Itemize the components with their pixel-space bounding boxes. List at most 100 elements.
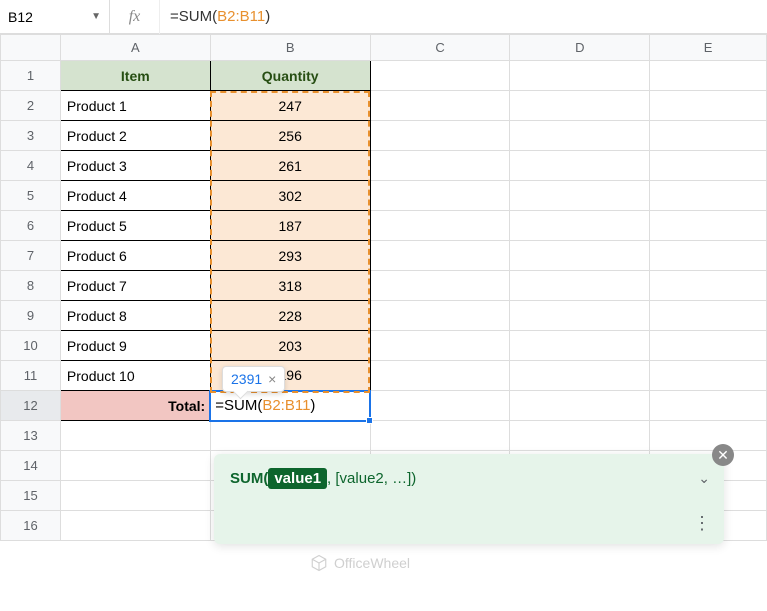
cell[interactable] bbox=[510, 211, 650, 241]
item-cell[interactable]: Product 4 bbox=[60, 181, 210, 211]
helper-menu-icon[interactable]: ⋮ bbox=[693, 513, 710, 534]
cell[interactable] bbox=[60, 481, 210, 511]
table-row: 8 Product 7 318 bbox=[1, 271, 767, 301]
cell[interactable] bbox=[650, 181, 767, 211]
cell[interactable] bbox=[370, 391, 510, 421]
corner-cell[interactable] bbox=[1, 35, 61, 61]
row-header[interactable]: 2 bbox=[1, 91, 61, 121]
item-cell[interactable]: Product 1 bbox=[60, 91, 210, 121]
helper-collapse-icon[interactable]: ⌄ bbox=[698, 470, 710, 487]
cell[interactable] bbox=[510, 181, 650, 211]
cell[interactable] bbox=[370, 361, 510, 391]
cell[interactable] bbox=[510, 391, 650, 421]
cell[interactable] bbox=[510, 421, 650, 451]
cell[interactable] bbox=[650, 151, 767, 181]
row-header[interactable]: 9 bbox=[1, 301, 61, 331]
row-header[interactable]: 5 bbox=[1, 181, 61, 211]
qty-cell[interactable]: 187 bbox=[210, 211, 370, 241]
qty-cell[interactable]: 256 bbox=[210, 121, 370, 151]
header-quantity[interactable]: Quantity bbox=[210, 61, 370, 91]
cell[interactable] bbox=[650, 331, 767, 361]
total-label-cell[interactable]: Total: bbox=[60, 391, 210, 421]
header-item[interactable]: Item bbox=[60, 61, 210, 91]
qty-cell[interactable]: 318 bbox=[210, 271, 370, 301]
col-header-e[interactable]: E bbox=[650, 35, 767, 61]
row-header[interactable]: 1 bbox=[1, 61, 61, 91]
selection-handle[interactable] bbox=[366, 417, 373, 424]
fx-icon[interactable]: fx bbox=[110, 0, 160, 34]
cell[interactable] bbox=[650, 361, 767, 391]
row-header[interactable]: 12 bbox=[1, 391, 61, 421]
row-header[interactable]: 15 bbox=[1, 481, 61, 511]
cell[interactable] bbox=[650, 271, 767, 301]
cell[interactable] bbox=[510, 361, 650, 391]
cell[interactable] bbox=[370, 211, 510, 241]
tooltip-close-icon[interactable]: × bbox=[268, 371, 276, 387]
qty-cell[interactable]: 293 bbox=[210, 241, 370, 271]
col-header-a[interactable]: A bbox=[60, 35, 210, 61]
cell[interactable] bbox=[650, 211, 767, 241]
result-value: 2391 bbox=[231, 371, 262, 387]
item-cell[interactable]: Product 7 bbox=[60, 271, 210, 301]
cell[interactable] bbox=[370, 181, 510, 211]
item-cell[interactable]: Product 6 bbox=[60, 241, 210, 271]
cell[interactable] bbox=[370, 151, 510, 181]
row-header[interactable]: 16 bbox=[1, 511, 61, 541]
row-header[interactable]: 6 bbox=[1, 211, 61, 241]
total-formula-cell[interactable]: =SUM(B2:B11) bbox=[210, 391, 370, 421]
cell[interactable] bbox=[370, 421, 510, 451]
item-cell[interactable]: Product 8 bbox=[60, 301, 210, 331]
row-header[interactable]: 14 bbox=[1, 451, 61, 481]
cell[interactable] bbox=[510, 61, 650, 91]
cell[interactable] bbox=[370, 241, 510, 271]
qty-cell[interactable]: 261 bbox=[210, 151, 370, 181]
cell[interactable] bbox=[650, 241, 767, 271]
helper-close-icon[interactable]: ✕ bbox=[712, 444, 734, 466]
col-header-c[interactable]: C bbox=[370, 35, 510, 61]
cell[interactable] bbox=[370, 91, 510, 121]
cell[interactable] bbox=[370, 301, 510, 331]
col-header-b[interactable]: B bbox=[210, 35, 370, 61]
row-header[interactable]: 10 bbox=[1, 331, 61, 361]
formula-input[interactable]: =SUM(B2:B11) bbox=[160, 0, 767, 34]
cell[interactable] bbox=[650, 301, 767, 331]
cell[interactable] bbox=[650, 91, 767, 121]
qty-cell[interactable]: 247 bbox=[210, 91, 370, 121]
cell[interactable] bbox=[60, 421, 210, 451]
cell[interactable] bbox=[510, 271, 650, 301]
col-header-d[interactable]: D bbox=[510, 35, 650, 61]
row-header[interactable]: 13 bbox=[1, 421, 61, 451]
item-cell[interactable]: Product 9 bbox=[60, 331, 210, 361]
cell[interactable] bbox=[370, 271, 510, 301]
qty-cell[interactable]: 228 bbox=[210, 301, 370, 331]
row-header[interactable]: 8 bbox=[1, 271, 61, 301]
cell[interactable] bbox=[510, 151, 650, 181]
row-header[interactable]: 4 bbox=[1, 151, 61, 181]
qty-cell[interactable]: 203 bbox=[210, 331, 370, 361]
cell[interactable] bbox=[650, 61, 767, 91]
item-cell[interactable]: Product 10 bbox=[60, 361, 210, 391]
cell[interactable] bbox=[650, 391, 767, 421]
cell[interactable] bbox=[510, 331, 650, 361]
cell[interactable] bbox=[370, 331, 510, 361]
qty-cell[interactable]: 302 bbox=[210, 181, 370, 211]
name-box-dropdown-icon[interactable]: ▼ bbox=[91, 11, 101, 22]
item-cell[interactable]: Product 2 bbox=[60, 121, 210, 151]
cell[interactable] bbox=[210, 421, 370, 451]
cell[interactable] bbox=[370, 121, 510, 151]
item-cell[interactable]: Product 3 bbox=[60, 151, 210, 181]
row-header[interactable]: 7 bbox=[1, 241, 61, 271]
cell[interactable] bbox=[510, 91, 650, 121]
cell[interactable] bbox=[650, 121, 767, 151]
name-box[interactable]: B12 ▼ bbox=[0, 0, 110, 34]
cell[interactable] bbox=[60, 451, 210, 481]
row-header[interactable]: 3 bbox=[1, 121, 61, 151]
cell[interactable] bbox=[370, 61, 510, 91]
cell[interactable] bbox=[510, 301, 650, 331]
cell[interactable] bbox=[510, 241, 650, 271]
cell[interactable] bbox=[650, 421, 767, 451]
item-cell[interactable]: Product 5 bbox=[60, 211, 210, 241]
cell[interactable] bbox=[60, 511, 210, 541]
cell[interactable] bbox=[510, 121, 650, 151]
row-header[interactable]: 11 bbox=[1, 361, 61, 391]
